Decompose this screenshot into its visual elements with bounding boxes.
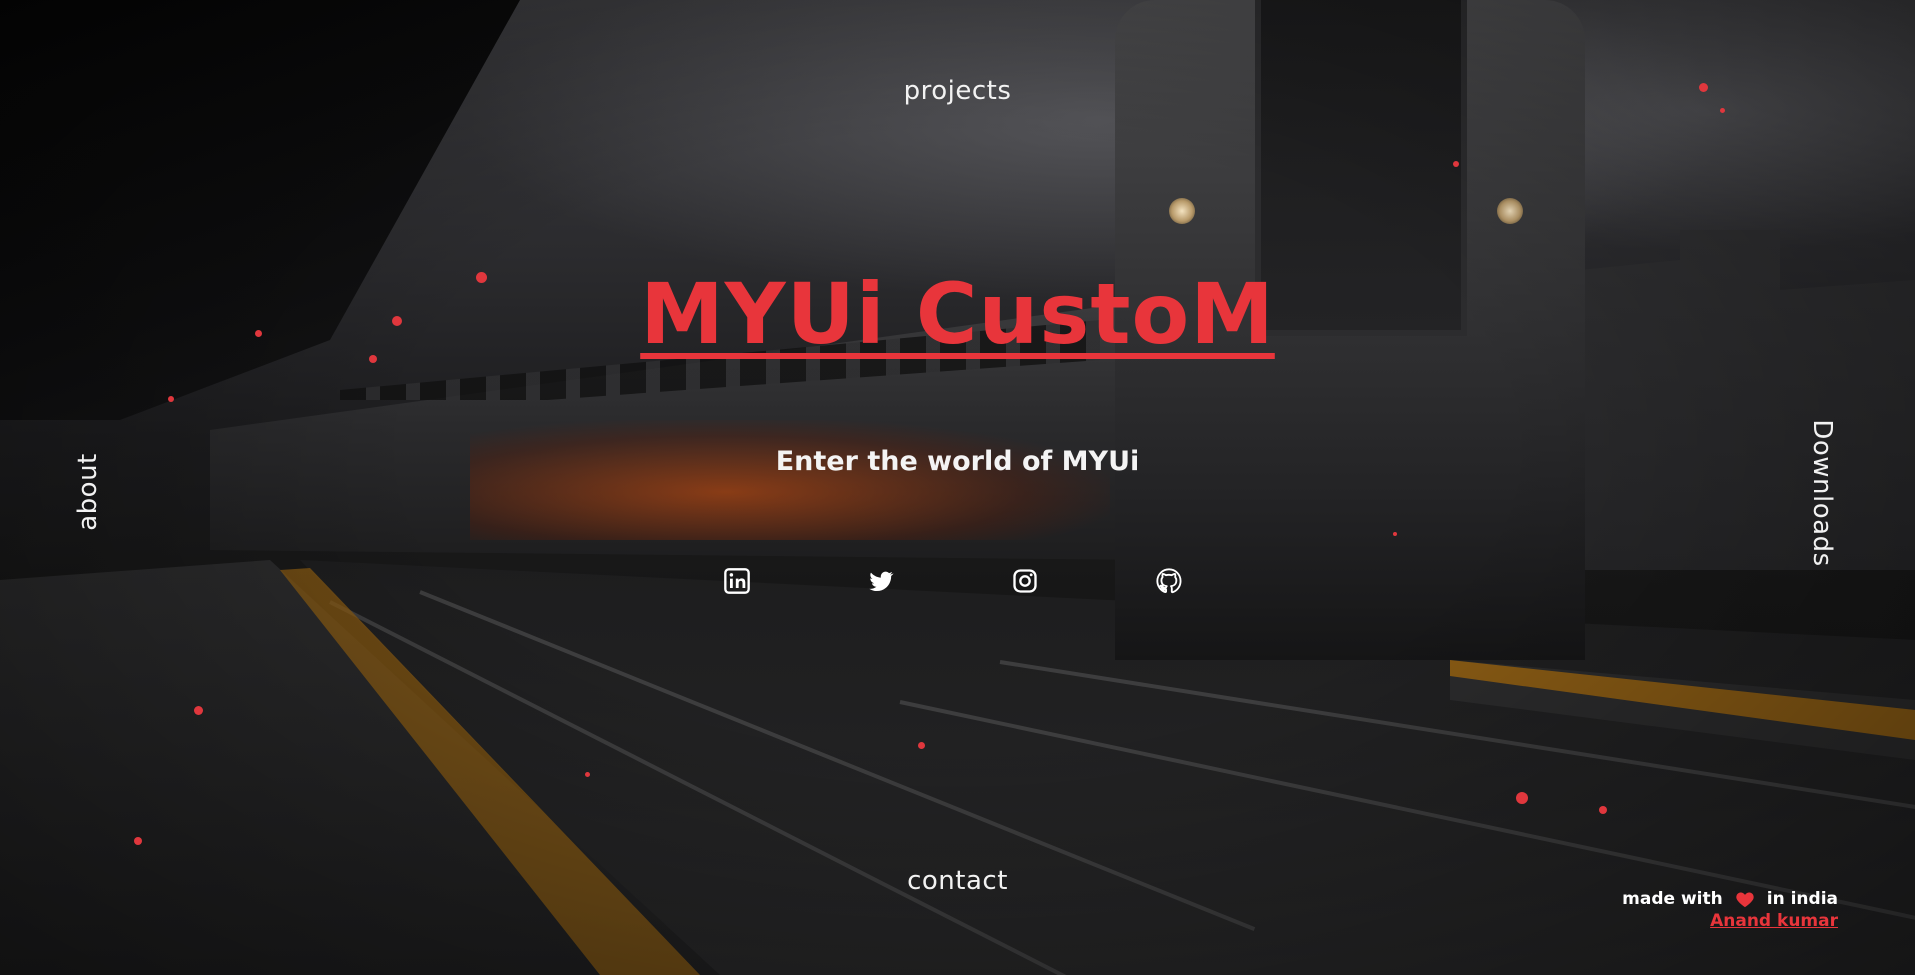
author-link[interactable]: Anand kumar — [1622, 910, 1838, 932]
particle-dot — [194, 706, 203, 715]
contact-link[interactable]: contact — [907, 866, 1008, 896]
top-nav: projects — [0, 76, 1915, 106]
particle-dot — [918, 742, 925, 749]
hero-subtitle: Enter the world of MYUi — [775, 446, 1140, 477]
heart-icon — [1736, 892, 1754, 908]
downloads-link[interactable]: Downloads — [1807, 419, 1837, 566]
github-link[interactable] — [1151, 563, 1187, 599]
footer-made-with: made with in india — [1622, 888, 1838, 910]
particle-dot — [585, 772, 590, 777]
particle-dot — [1453, 161, 1459, 167]
particle-dot — [1720, 108, 1725, 113]
particle-dot — [168, 396, 174, 402]
footer-credit: made with in india Anand kumar — [1622, 888, 1838, 932]
instagram-link[interactable] — [1007, 563, 1043, 599]
hero-title: MYUi CustoM — [0, 265, 1915, 363]
particle-dot — [1599, 806, 1607, 814]
social-links — [0, 563, 1915, 599]
particle-dot — [134, 837, 142, 845]
linkedin-link[interactable] — [719, 563, 755, 599]
background-vignette — [0, 0, 1915, 975]
hero-title-link[interactable]: MYUi CustoM — [640, 265, 1275, 363]
landing-page: projects about Downloads MYUi CustoM Ent… — [0, 0, 1915, 975]
twitter-link[interactable] — [863, 563, 899, 599]
in-india-text: in india — [1766, 889, 1838, 909]
projects-link[interactable]: projects — [904, 76, 1012, 106]
particle-dot — [1516, 792, 1528, 804]
github-icon — [1156, 568, 1182, 594]
particle-dot — [1393, 532, 1397, 536]
made-with-text: made with — [1622, 889, 1723, 909]
twitter-icon — [869, 571, 894, 592]
instagram-icon — [1013, 569, 1037, 593]
linkedin-icon — [724, 568, 750, 594]
background-photo — [0, 0, 1915, 975]
